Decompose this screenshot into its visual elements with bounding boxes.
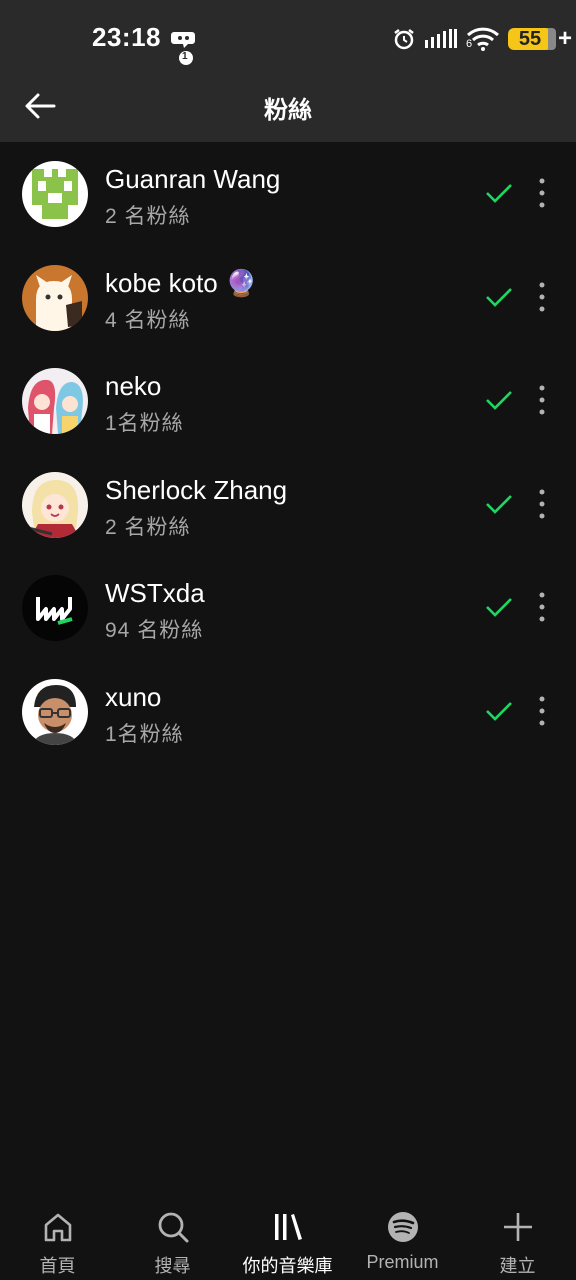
list-item[interactable]: WSTxda 94 名粉絲 [0,556,576,660]
check-icon [486,184,512,203]
following-check-button[interactable] [484,594,514,620]
more-vertical-icon [539,178,545,208]
more-options-button[interactable] [530,280,554,314]
follower-count: 2 名粉絲 [105,515,191,539]
following-check-button[interactable] [484,180,514,206]
avatar [22,161,88,227]
more-vertical-icon [539,592,545,622]
more-vertical-icon [539,282,545,312]
check-icon [486,287,512,307]
check-icon [486,598,512,618]
avatar [22,471,88,538]
nav-home-label: 首頁 [39,1256,76,1276]
avatar [22,678,88,745]
battery-indicator: 55 + [507,25,572,52]
signal-icon [424,29,457,48]
follower-name: Guanran Wang [105,164,281,194]
check-icon [486,391,512,411]
more-vertical-icon [539,489,545,519]
follower-count: 94 名粉絲 [105,619,204,643]
nav-home[interactable]: 首頁 [0,1196,115,1280]
charging-icon: + [557,25,572,52]
list-item[interactable]: kobe koto 🔮 4 名粉絲 [0,246,576,350]
list-item[interactable]: Sherlock Zhang 2 名粉絲 [0,453,576,557]
avatar [22,264,88,331]
followers-list: Guanran Wang 2 名粉絲 kobe koto 🔮 4 名粉絲 nek… [0,142,576,764]
status-icons: 6 55 + [392,24,572,54]
avatar [22,575,88,642]
nav-search[interactable]: 搜尋 [115,1196,230,1280]
nav-create[interactable]: 建立 [460,1196,575,1280]
check-icon [486,494,512,514]
following-check-button[interactable] [484,491,514,517]
bottom-navigation: 首頁 搜尋 你的音樂庫 Premium 建立 [0,1196,576,1280]
more-options-button[interactable] [530,176,554,210]
network-label: 6 [465,38,473,50]
follower-name: Sherlock Zhang [105,474,288,505]
follower-count: 1名粉絲 [105,412,184,436]
top-area: 23:18 1 6 55 + 粉絲 [0,0,576,142]
notification-icon: 1 [170,26,198,66]
list-item[interactable]: neko 1名粉絲 [0,349,576,453]
nav-premium-label: Premium [366,1252,439,1272]
follower-count: 2 名粉絲 [105,205,191,228]
battery-cap [547,28,556,50]
more-vertical-icon [539,696,545,726]
more-options-button[interactable] [530,383,554,417]
status-bar: 23:18 1 6 55 + [0,0,576,72]
plus-icon [503,1213,532,1241]
wifi-icon: 6 [466,26,500,52]
following-check-button[interactable] [484,698,514,724]
check-icon [486,702,512,721]
status-time: 23:18 [92,22,161,52]
alarm-icon [394,29,414,50]
spotify-icon [387,1212,418,1242]
home-icon [44,1213,71,1242]
more-options-button[interactable] [530,487,554,521]
notification-count: 1 [182,51,188,62]
nav-library-label: 你的音樂庫 [242,1256,333,1276]
more-options-button[interactable] [530,694,554,728]
app-header: 粉絲 [0,72,576,142]
page-title: 粉絲 [264,97,312,124]
follower-name: WSTxda [105,578,205,609]
following-check-button[interactable] [484,387,514,413]
following-check-button[interactable] [484,284,514,310]
more-options-button[interactable] [530,590,554,624]
more-vertical-icon [539,385,545,415]
battery-level: 55 [507,28,552,50]
library-icon [274,1214,302,1240]
follower-name: neko [105,371,162,402]
avatar [22,368,88,435]
follower-count: 4 名粉絲 [105,308,191,332]
nav-create-label: 建立 [499,1256,536,1276]
nav-search-label: 搜尋 [154,1256,191,1276]
follower-name: xuno [105,681,162,712]
follower-name: kobe koto 🔮 [105,267,258,298]
nav-library[interactable]: 你的音樂庫 [230,1196,345,1280]
follower-count: 1名粉絲 [105,722,184,746]
search-icon [158,1212,188,1243]
list-item[interactable]: Guanran Wang 2 名粉絲 [0,142,576,246]
nav-premium[interactable]: Premium [345,1196,460,1280]
list-item[interactable]: xuno 1名粉絲 [0,660,576,764]
